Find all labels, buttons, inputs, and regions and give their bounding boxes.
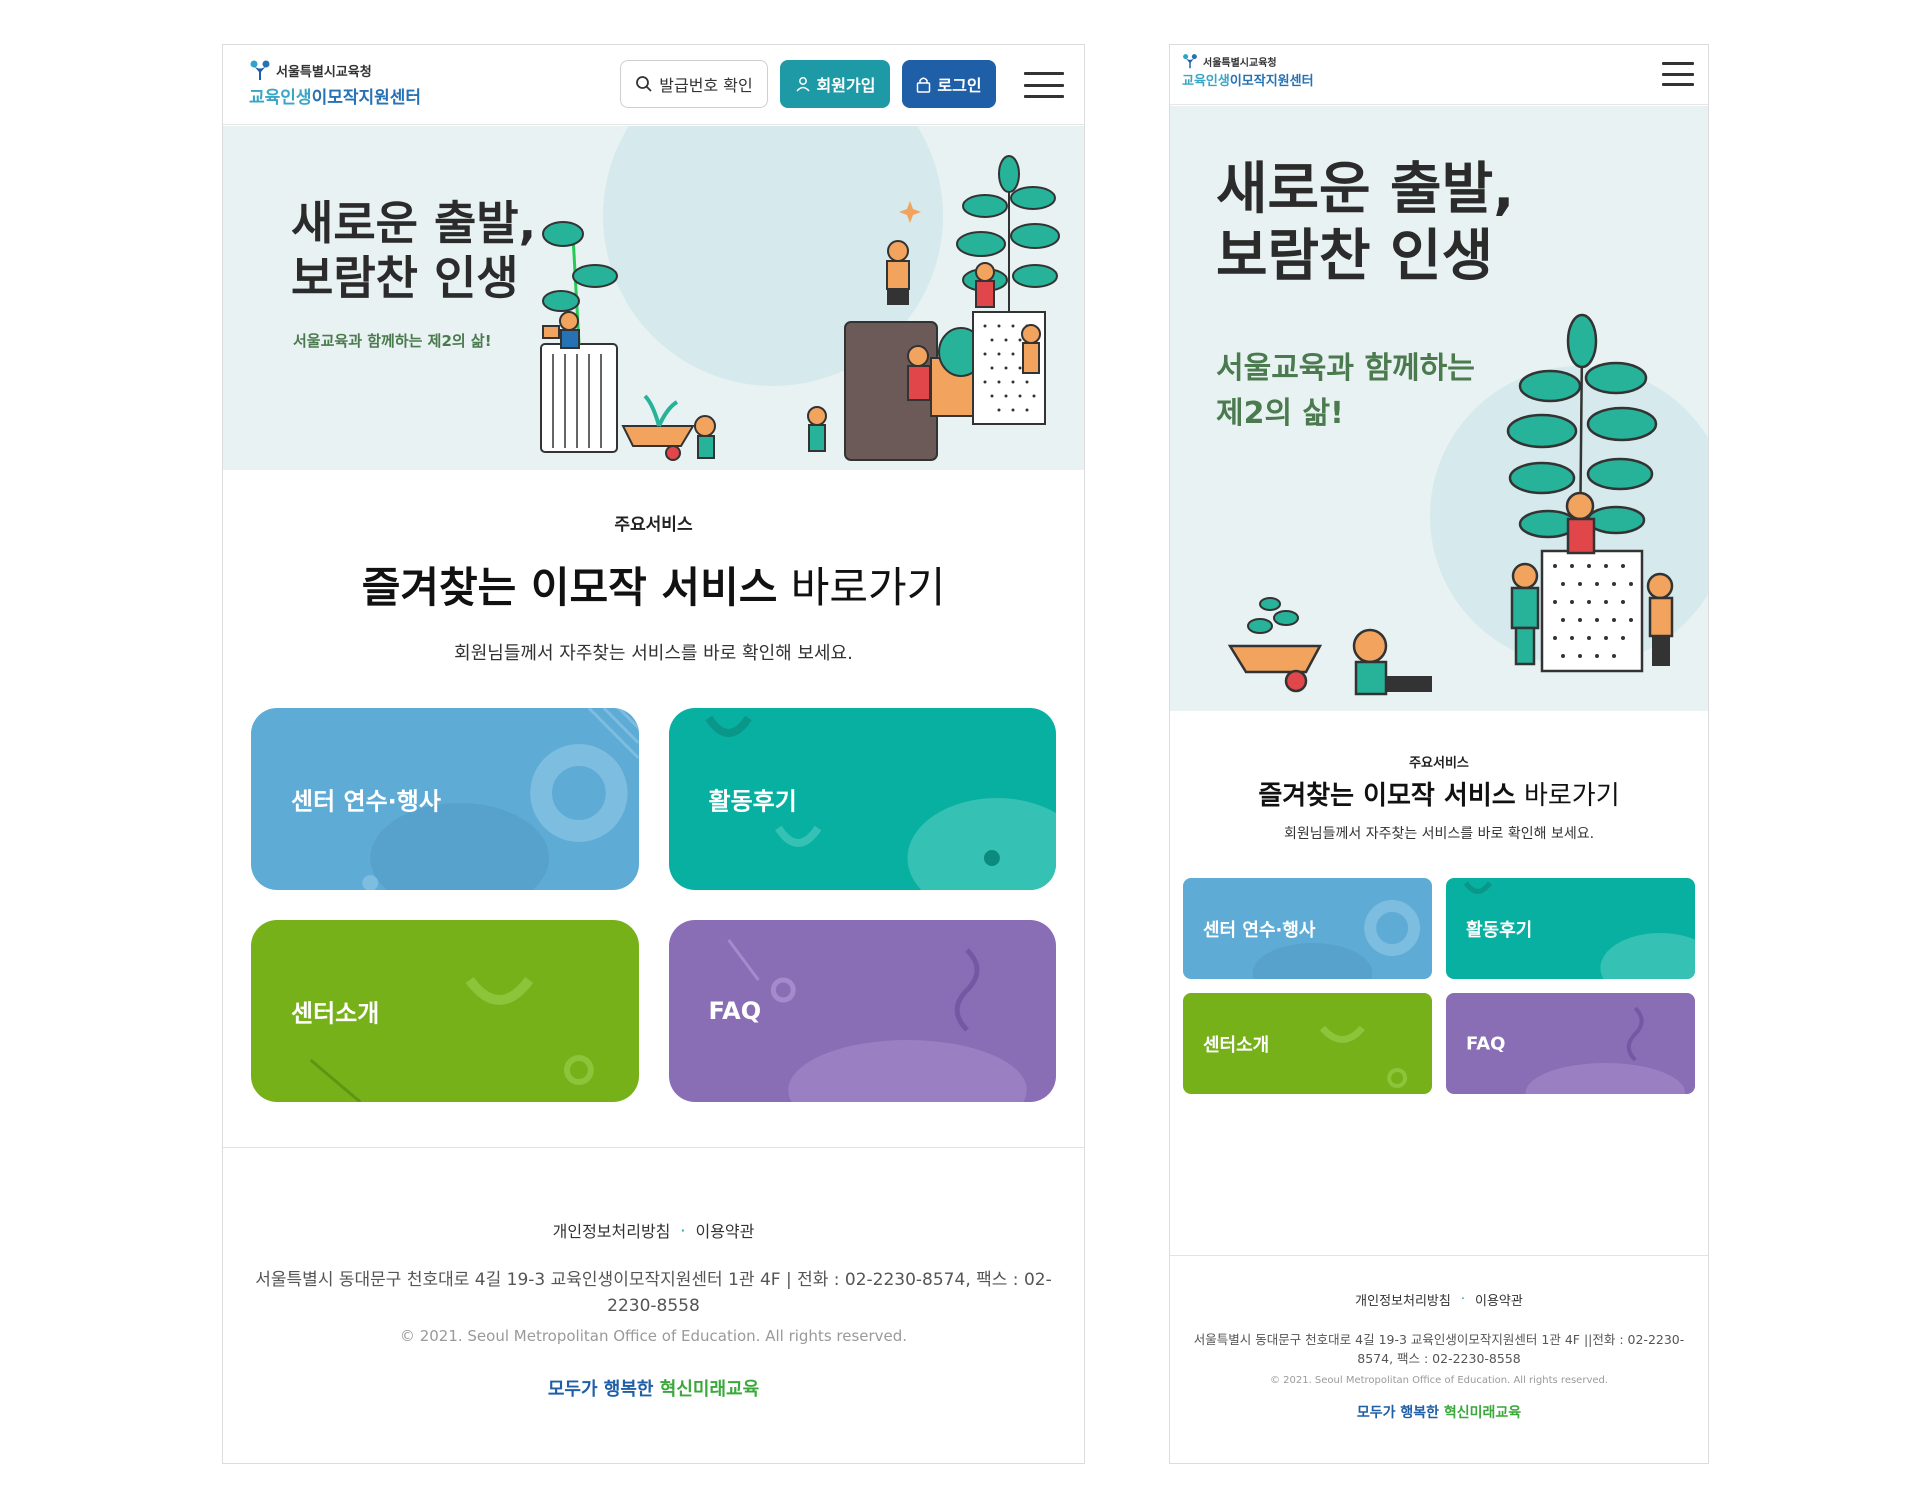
card-label: 활동후기 bbox=[708, 787, 797, 816]
privacy-policy-link[interactable]: 개인정보처리방침 bbox=[553, 1218, 671, 1242]
hamburger-menu-icon[interactable] bbox=[1024, 72, 1064, 98]
services-title: 즐겨찾는 이모작 서비스 바로가기 bbox=[1170, 775, 1708, 812]
site-footer: 개인정보처리방침 · 이용약관 서울특별시 동대문구 천호대로 4길 19-3 … bbox=[223, 1147, 1084, 1463]
footer-links: 개인정보처리방침 · 이용약관 bbox=[1170, 1290, 1708, 1309]
hero-banner: 새로운 출발, 보람찬 인생 서울교육과 함께하는 제2의 삶! bbox=[1170, 106, 1708, 711]
logo-center-name: 교육인생이모작지원센터 bbox=[1182, 70, 1314, 89]
card-label: 센터 연수·행사 bbox=[291, 787, 441, 816]
hero-title: 새로운 출발, 보람찬 인생 bbox=[291, 196, 536, 306]
card-training-events[interactable]: 센터 연수·행사 bbox=[251, 708, 639, 890]
footer-address: 서울특별시 동대문구 천호대로 4길 19-3 교육인생이모작지원센터 1관 4… bbox=[1193, 1332, 1685, 1366]
login-label: 로그인 bbox=[937, 76, 982, 95]
service-cards: 센터 연수·행사 활동후기 센터소개 FAQ bbox=[1183, 878, 1695, 1094]
card-faq[interactable]: FAQ bbox=[668, 920, 1056, 1102]
hero-title-line1: 새로운 출발, bbox=[291, 196, 537, 250]
card-label: FAQ bbox=[708, 997, 762, 1025]
card-training-events[interactable]: 센터 연수·행사 bbox=[1183, 878, 1432, 979]
desktop-frame: 서울특별시교육청 교육인생이모작지원센터 발급번호 확인 회원가입 로그인 새로… bbox=[222, 44, 1085, 1464]
services-kicker: 주요서비스 bbox=[614, 515, 693, 535]
hero-subtitle: 서울교육과 함께하는 제2의 삶! bbox=[293, 332, 492, 350]
slogan-part1: 모두가 행복한 bbox=[547, 1379, 654, 1400]
issue-check-label: 발급번호 확인 bbox=[659, 76, 753, 95]
slogan-part2: 혁신미래교육 bbox=[1443, 1404, 1522, 1421]
privacy-policy-link[interactable]: 개인정보처리방침 bbox=[1355, 1290, 1451, 1309]
services-title: 즐겨찾는 이모작 서비스 바로가기 bbox=[223, 554, 1084, 615]
header-buttons: 발급번호 확인 회원가입 로그인 bbox=[620, 60, 996, 108]
footer-address: 서울특별시 동대문구 천호대로 4길 19-3 교육인생이모작지원센터 1관 4… bbox=[255, 1270, 1052, 1316]
site-logo[interactable]: 서울특별시교육청 교육인생이모작지원센터 bbox=[1182, 53, 1314, 89]
hero-title: 새로운 출발, 보람찬 인생 bbox=[1216, 156, 1514, 290]
footer-copyright: © 2021. Seoul Metropolitan Office of Edu… bbox=[399, 1327, 908, 1345]
terms-link[interactable]: 이용약관 bbox=[695, 1218, 754, 1242]
footer-slogan: 모두가 행복한 혁신미래교육 bbox=[223, 1375, 1084, 1401]
footer-separator: · bbox=[680, 1220, 686, 1240]
hero-subtitle-line2: 제2의 삶! bbox=[1216, 396, 1344, 431]
hero-title-line2: 보람찬 인생 bbox=[1216, 224, 1494, 290]
card-label: 센터 연수·행사 bbox=[1203, 919, 1316, 941]
card-label: 센터소개 bbox=[291, 999, 380, 1028]
site-header: 서울특별시교육청 교육인생이모작지원센터 bbox=[1170, 45, 1708, 105]
services-description: 회원님들께서 자주찾는 서비스를 바로 확인해 보세요. bbox=[454, 643, 853, 664]
footer-slogan: 모두가 행복한 혁신미래교육 bbox=[1170, 1402, 1708, 1422]
hamburger-menu-icon[interactable] bbox=[1662, 62, 1694, 86]
card-label: FAQ bbox=[1466, 1033, 1506, 1054]
site-logo[interactable]: 서울특별시교육청 교육인생이모작지원센터 bbox=[249, 59, 421, 108]
hero-subtitle: 서울교육과 함께하는 제2의 삶! bbox=[1216, 346, 1516, 436]
services-kicker: 주요서비스 bbox=[1409, 756, 1469, 771]
logo-org-name: 서울특별시교육청 bbox=[276, 64, 372, 80]
user-icon bbox=[795, 77, 810, 92]
mobile-frame: 서울특별시교육청 교육인생이모작지원센터 새로운 출발, 보람찬 인생 서울교육… bbox=[1169, 44, 1709, 1464]
logo-name-part2: 이모작지원센터 bbox=[311, 88, 422, 108]
logo-center-name: 교육인생이모작지원센터 bbox=[249, 83, 421, 108]
card-center-intro[interactable]: 센터소개 bbox=[251, 920, 639, 1102]
card-label: 센터소개 bbox=[1203, 1034, 1270, 1056]
service-cards: 센터 연수·행사 활동후기 센터소개 FAQ bbox=[251, 708, 1056, 1102]
footer-links: 개인정보처리방침 · 이용약관 bbox=[223, 1218, 1084, 1242]
logo-name-part1: 교육인생 bbox=[1182, 74, 1230, 89]
card-activity-reviews[interactable]: 활동후기 bbox=[668, 708, 1056, 890]
issue-check-button[interactable]: 발급번호 확인 bbox=[620, 60, 768, 108]
services-title-light: 바로가기 bbox=[790, 563, 946, 612]
hero-title-line1: 새로운 출발, bbox=[1216, 157, 1515, 222]
search-icon bbox=[636, 76, 652, 92]
terms-link[interactable]: 이용약관 bbox=[1475, 1290, 1523, 1309]
footer-copyright: © 2021. Seoul Metropolitan Office of Edu… bbox=[1269, 1374, 1609, 1386]
card-activity-reviews[interactable]: 활동후기 bbox=[1446, 878, 1695, 979]
login-button[interactable]: 로그인 bbox=[902, 60, 996, 108]
logo-name-part2: 이모작지원센터 bbox=[1229, 74, 1314, 89]
signup-button[interactable]: 회원가입 bbox=[780, 60, 890, 108]
card-center-intro[interactable]: 센터소개 bbox=[1183, 993, 1432, 1094]
hero-banner: 새로운 출발, 보람찬 인생 서울교육과 함께하는 제2의 삶! bbox=[223, 126, 1084, 470]
services-description: 회원님들께서 자주찾는 서비스를 바로 확인해 보세요. bbox=[1283, 826, 1595, 842]
logo-name-part1: 교육인생 bbox=[249, 88, 312, 108]
site-header: 서울특별시교육청 교육인생이모작지원센터 발급번호 확인 회원가입 로그인 bbox=[223, 45, 1084, 125]
logo-org-name: 서울특별시교육청 bbox=[1203, 57, 1277, 69]
site-footer: 개인정보처리방침 · 이용약관 서울특별시 동대문구 천호대로 4길 19-3 … bbox=[1170, 1255, 1708, 1463]
card-label: 활동후기 bbox=[1466, 919, 1533, 941]
card-faq[interactable]: FAQ bbox=[1446, 993, 1695, 1094]
hero-illustration bbox=[540, 126, 1060, 461]
hero-title-line2: 보람찬 인생 bbox=[291, 251, 519, 306]
seoul-emblem-icon bbox=[250, 60, 270, 80]
slogan-part1: 모두가 행복한 bbox=[1356, 1404, 1439, 1421]
slogan-part2: 혁신미래교육 bbox=[659, 1379, 760, 1400]
services-title-light: 바로가기 bbox=[1523, 781, 1620, 811]
footer-separator: · bbox=[1460, 1292, 1465, 1307]
seoul-emblem-icon bbox=[1183, 54, 1197, 69]
hero-subtitle-line1: 서울교육과 함께하는 bbox=[1216, 351, 1475, 386]
services-title-bold: 즐겨찾는 이모작 서비스 bbox=[361, 563, 778, 612]
services-title-bold: 즐겨찾는 이모작 서비스 bbox=[1258, 781, 1516, 811]
lock-icon bbox=[917, 77, 931, 93]
signup-label: 회원가입 bbox=[816, 76, 876, 95]
